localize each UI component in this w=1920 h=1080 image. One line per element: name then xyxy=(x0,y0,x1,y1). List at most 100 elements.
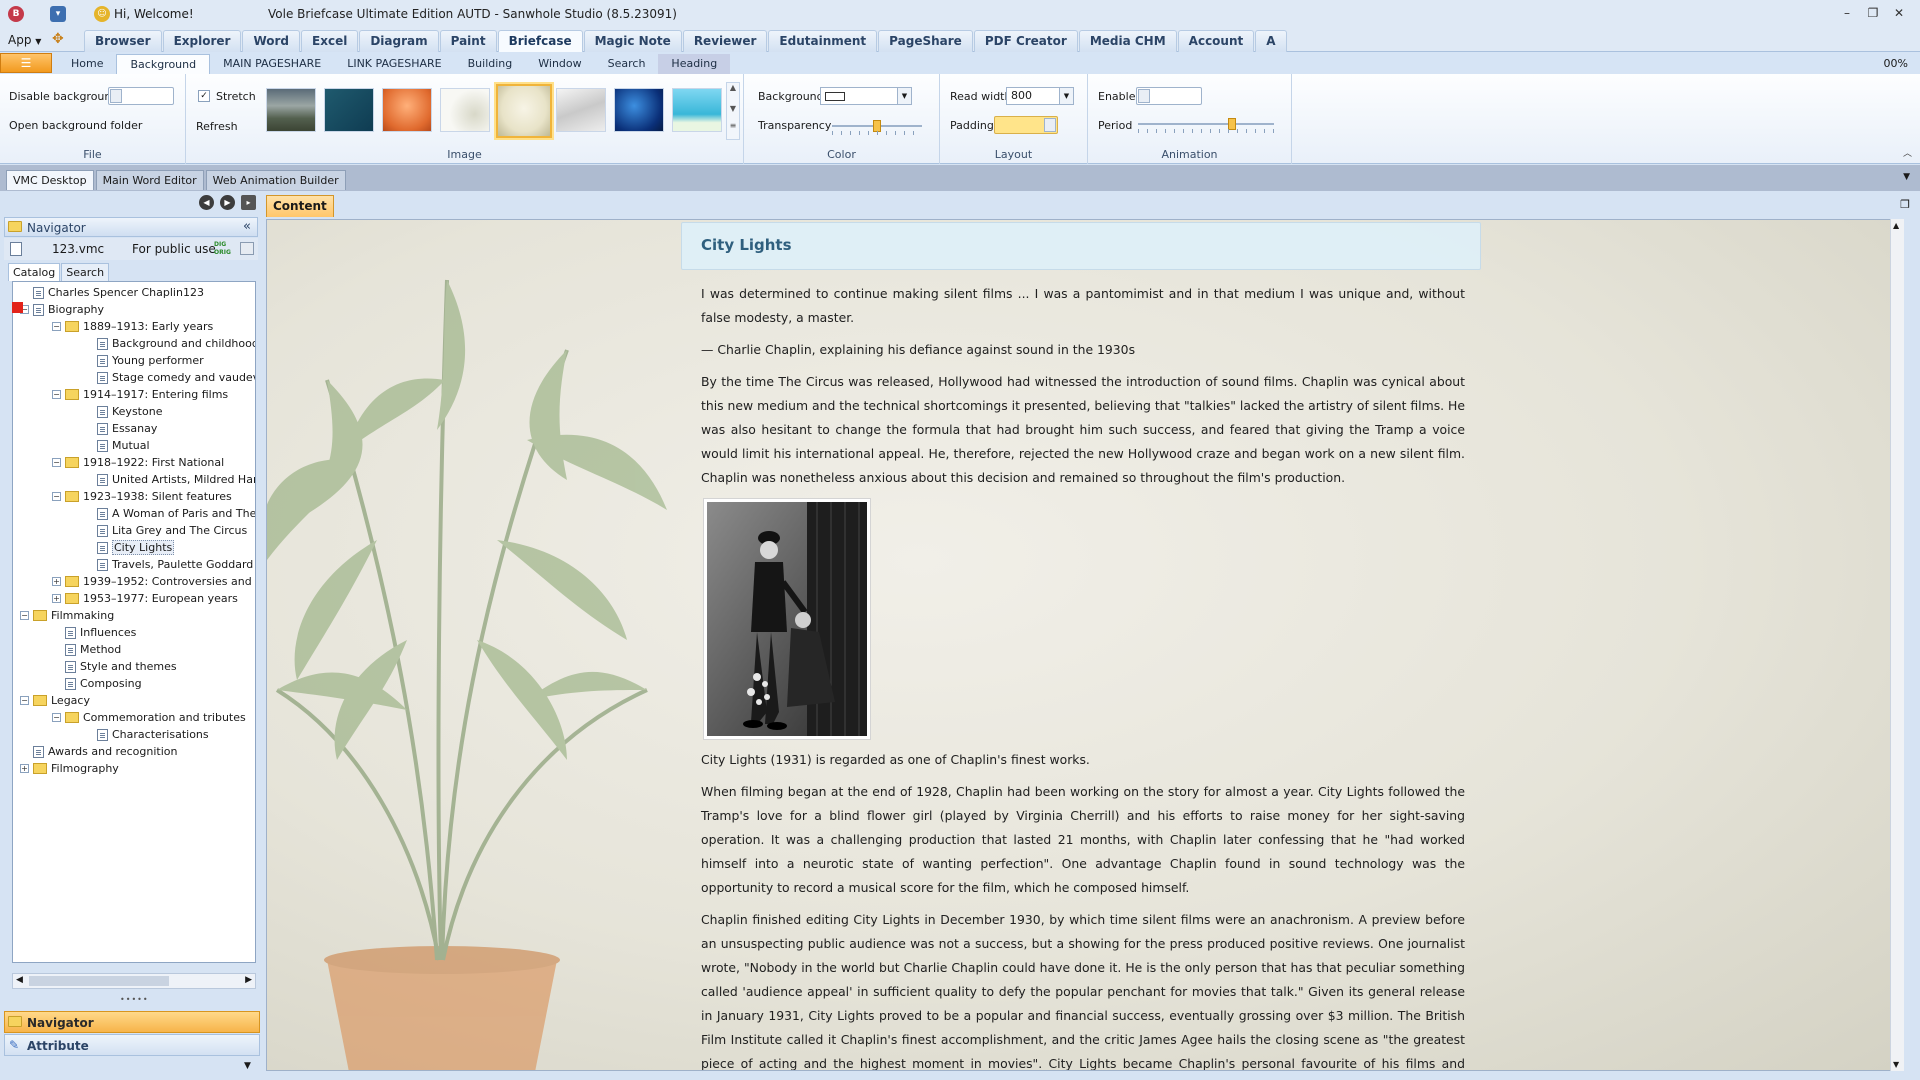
tree-node[interactable]: 1953–1977: European years xyxy=(65,590,238,607)
collapse-node-icon[interactable]: − xyxy=(52,458,61,467)
minimize-button[interactable]: – xyxy=(1838,6,1856,20)
home-icon[interactable]: ▸ xyxy=(241,195,256,210)
subtab-home[interactable]: Home xyxy=(58,54,116,74)
menu-tab-a[interactable]: A xyxy=(1255,30,1287,52)
collapse-node-icon[interactable]: − xyxy=(52,322,61,331)
tree-node[interactable]: A Woman of Paris and The Gold Rush xyxy=(97,505,255,522)
gear-icon[interactable]: ✥ xyxy=(52,31,64,47)
tree-node[interactable]: Stage comedy and vaudeville xyxy=(97,369,255,386)
menu-tab-magic-note[interactable]: Magic Note xyxy=(583,30,682,52)
menu-tab-diagram[interactable]: Diagram xyxy=(359,30,439,52)
tree-node[interactable]: Style and themes xyxy=(65,658,177,675)
gallery-more-icon[interactable]: ≡ xyxy=(727,121,739,130)
menu-tab-paint[interactable]: Paint xyxy=(439,30,497,52)
background-thumbnail-orange[interactable] xyxy=(382,88,432,132)
tree-node[interactable]: Background and childhood xyxy=(97,335,255,352)
transparency-slider[interactable] xyxy=(832,120,922,132)
app-menu-button[interactable]: App ▼ xyxy=(8,33,41,47)
tree-node[interactable]: Composing xyxy=(65,675,142,692)
doc-tab-web-animation-builder[interactable]: Web Animation Builder xyxy=(205,170,346,190)
background-thumbnail-blue[interactable] xyxy=(614,88,664,132)
scroll-up-icon[interactable]: ▲ xyxy=(1893,221,1899,230)
menu-tab-briefcase[interactable]: Briefcase xyxy=(497,30,583,52)
background-thumbnail-mountain[interactable] xyxy=(266,88,316,132)
tree-node[interactable]: Charles Spencer Chaplin123 xyxy=(33,284,204,301)
attribute-section-button[interactable]: ✎ Attribute xyxy=(4,1034,260,1056)
user-icon[interactable]: ☺ xyxy=(94,6,110,22)
menu-tab-word[interactable]: Word xyxy=(242,30,301,52)
content-tab[interactable]: Content xyxy=(266,195,334,217)
expand-node-icon[interactable]: + xyxy=(52,577,61,586)
collapse-node-icon[interactable]: − xyxy=(20,611,29,620)
menu-tab-edutainment[interactable]: Edutainment xyxy=(768,30,878,52)
tree-node[interactable]: 1914–1917: Entering films xyxy=(65,386,228,403)
menu-tab-media-chm[interactable]: Media CHM xyxy=(1078,30,1177,52)
tree-node[interactable]: Lita Grey and The Circus xyxy=(97,522,247,539)
subtab-main-pageshare[interactable]: MAIN PAGESHARE xyxy=(210,54,334,74)
menu-tab-reviewer[interactable]: Reviewer xyxy=(682,30,768,52)
chevron-down-icon[interactable]: ▼ xyxy=(244,1061,251,1071)
tree-node[interactable]: Method xyxy=(65,641,121,658)
chevron-down-icon[interactable]: ▼ xyxy=(1903,172,1910,182)
menu-tab-pageshare[interactable]: PageShare xyxy=(878,30,973,52)
subtab-link-pageshare[interactable]: LINK PAGESHARE xyxy=(334,54,454,74)
expand-node-icon[interactable]: + xyxy=(20,764,29,773)
tree-node[interactable]: United Artists, Mildred Harris xyxy=(97,471,255,488)
bookmark-flag-icon[interactable] xyxy=(12,302,23,313)
document-settings-icon[interactable] xyxy=(240,242,254,255)
tree-node[interactable]: Travels, Paulette Goddard xyxy=(97,556,253,573)
content-vertical-scrollbar[interactable]: ▲ ▼ xyxy=(1890,219,1904,1071)
navigator-section-button[interactable]: Navigator xyxy=(4,1011,260,1033)
tree-node[interactable]: Filmography xyxy=(33,760,119,777)
forward-icon[interactable]: ▶ xyxy=(220,195,235,210)
background-thumbnail-cream-selected[interactable] xyxy=(496,84,552,138)
file-menu-button[interactable]: ☰ xyxy=(0,53,52,73)
subtab-building[interactable]: Building xyxy=(455,54,526,74)
tree-horizontal-scrollbar[interactable]: ◀ ▶ xyxy=(12,973,256,989)
menu-tab-explorer[interactable]: Explorer xyxy=(162,30,242,52)
tree-node[interactable]: Young performer xyxy=(97,352,204,369)
tree-node[interactable]: Essanay xyxy=(97,420,157,437)
tree-node[interactable]: 1923–1938: Silent features xyxy=(65,488,232,505)
stretch-checkbox[interactable]: ✓ xyxy=(198,90,210,102)
open-background-folder-button[interactable]: Open background folder xyxy=(9,119,142,132)
tree-node[interactable]: 1889–1913: Early years xyxy=(65,318,213,335)
tree-node[interactable]: City Lights xyxy=(97,539,175,556)
tree-node[interactable]: Keystone xyxy=(97,403,162,420)
background-thumbnail-teal[interactable] xyxy=(324,88,374,132)
catalog-tab-search[interactable]: Search xyxy=(61,263,110,281)
restore-window-icon[interactable]: ❐ xyxy=(1900,198,1910,211)
menu-tab-browser[interactable]: Browser xyxy=(84,30,162,52)
tree-node[interactable]: Filmmaking xyxy=(33,607,114,624)
disable-background-toggle[interactable] xyxy=(108,87,174,105)
back-icon[interactable]: ◀ xyxy=(199,195,214,210)
tree-node[interactable]: 1939–1952: Controversies and fading popu… xyxy=(65,573,255,590)
tree-node[interactable]: Biography xyxy=(33,301,104,318)
collapse-node-icon[interactable]: − xyxy=(20,696,29,705)
panel-splitter[interactable]: ••••• xyxy=(120,995,149,1004)
animation-enable-toggle[interactable] xyxy=(1136,87,1202,105)
tree-node[interactable]: Mutual xyxy=(97,437,150,454)
scroll-down-icon[interactable]: ▼ xyxy=(1893,1060,1899,1069)
close-button[interactable]: ✕ xyxy=(1890,6,1908,20)
doc-tab-main-word-editor[interactable]: Main Word Editor xyxy=(95,170,204,190)
zoom-level[interactable]: 00% xyxy=(1884,57,1908,70)
subtab-search[interactable]: Search xyxy=(595,54,659,74)
scroll-right-icon[interactable]: ▶ xyxy=(245,975,252,985)
expand-node-icon[interactable]: + xyxy=(52,594,61,603)
read-width-input[interactable]: 800 ▼ xyxy=(1006,87,1074,105)
subtab-window[interactable]: Window xyxy=(525,54,594,74)
digital-sign-icon[interactable]: DIG ORIG xyxy=(214,241,231,257)
restore-button[interactable]: ❐ xyxy=(1864,6,1882,20)
subtab-heading[interactable]: Heading xyxy=(658,54,731,74)
menu-tab-account[interactable]: Account xyxy=(1177,30,1255,52)
subtab-background[interactable]: Background xyxy=(116,54,211,74)
collapse-ribbon-icon[interactable]: ︿ xyxy=(1903,146,1912,159)
collapse-panel-icon[interactable]: « xyxy=(243,219,251,234)
gallery-up-icon[interactable]: ▲ xyxy=(727,83,739,92)
background-thumbnail-silver[interactable] xyxy=(556,88,606,132)
tree-node[interactable]: Legacy xyxy=(33,692,90,709)
tree-node[interactable]: Influences xyxy=(65,624,136,641)
gallery-down-icon[interactable]: ▼ xyxy=(727,104,739,113)
menu-tab-excel[interactable]: Excel xyxy=(301,30,359,52)
